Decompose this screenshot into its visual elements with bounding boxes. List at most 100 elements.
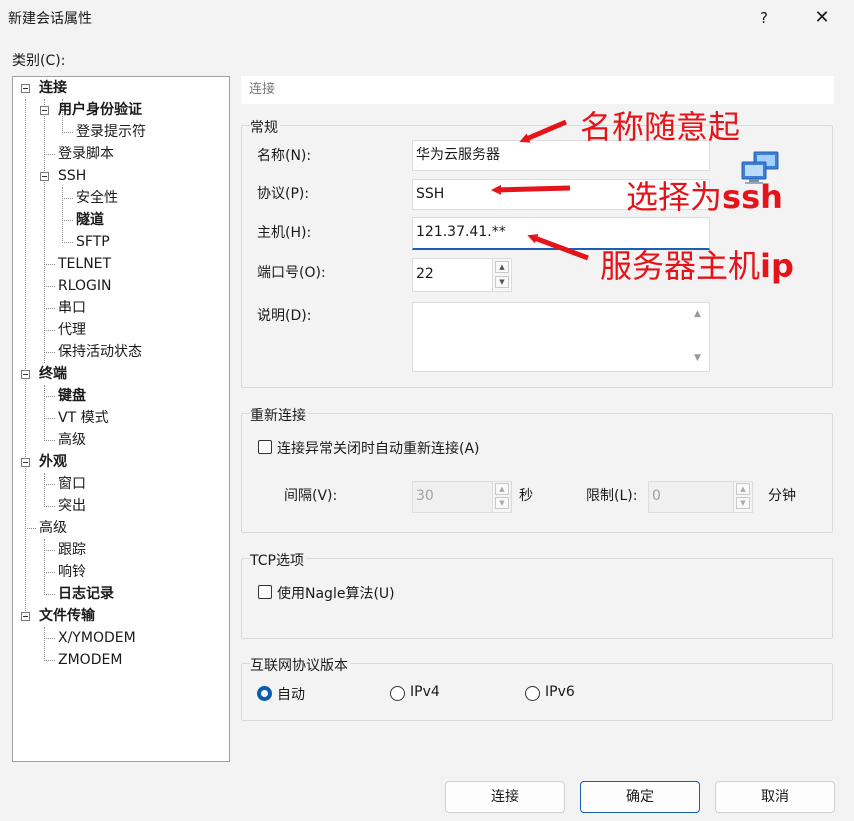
radio-auto[interactable]: [257, 686, 272, 701]
description-scrollbar[interactable]: ▲ ▼: [690, 303, 709, 371]
radio-ipv6-label: IPv6: [545, 684, 575, 700]
tree-item[interactable]: SFTP: [76, 231, 110, 253]
tree-expander-icon[interactable]: [21, 370, 30, 379]
tree-item[interactable]: 外观: [39, 451, 67, 473]
spin-down-icon[interactable]: ▼: [736, 497, 750, 509]
host-label: 主机(H):: [257, 225, 312, 241]
spin-down-icon[interactable]: ▼: [495, 276, 509, 288]
scroll-down-icon[interactable]: ▼: [694, 353, 701, 363]
scroll-up-icon[interactable]: ▲: [694, 309, 701, 319]
tree-line: [44, 660, 55, 661]
name-label: 名称(N):: [257, 148, 312, 164]
tree-line: [62, 242, 73, 243]
spin-up-icon[interactable]: ▲: [495, 483, 509, 495]
tree-expander-icon[interactable]: [40, 106, 49, 115]
tree-line: [44, 539, 45, 595]
ip-version-group-title: 互联网协议版本: [250, 655, 350, 675]
tree-line: [62, 220, 73, 221]
tree-item[interactable]: 响铃: [58, 561, 86, 583]
tcp-group-title: TCP选项: [250, 550, 306, 570]
nagle-checkbox-label: 使用Nagle算法(U): [277, 586, 395, 602]
tree-line: [44, 308, 55, 309]
tree-expander-icon[interactable]: [21, 612, 30, 621]
spin-up-icon[interactable]: ▲: [736, 483, 750, 495]
tree-line: [44, 572, 55, 573]
tree-line: [44, 99, 45, 363]
tree-item[interactable]: 突出: [58, 495, 86, 517]
tree-line: [44, 154, 55, 155]
tree-item[interactable]: 窗口: [58, 473, 86, 495]
annotation-protocol: 选择为ssh: [626, 172, 783, 218]
connect-button[interactable]: 连接: [445, 781, 565, 813]
tree-line: [44, 385, 45, 441]
tree-line: [44, 484, 55, 485]
tree-item[interactable]: 文件传输: [39, 605, 95, 627]
tree-item[interactable]: 高级: [58, 429, 86, 451]
tree-line: [44, 418, 55, 419]
tree-item[interactable]: X/YMODEM: [58, 627, 136, 649]
tree-item[interactable]: SSH: [58, 165, 86, 187]
tree-item[interactable]: 代理: [58, 319, 86, 341]
radio-ipv6[interactable]: [525, 686, 540, 701]
tree-expander-icon[interactable]: [21, 84, 30, 93]
interval-unit: 秒: [519, 488, 533, 504]
cancel-button[interactable]: 取消: [715, 781, 835, 813]
annotation-host-text: 服务器主机: [600, 247, 761, 285]
tree-item[interactable]: 登录提示符: [76, 121, 146, 143]
tree-line: [44, 506, 55, 507]
tree-line: [44, 396, 55, 397]
category-tree[interactable]: 连接 用户身份验证 登录提示符 登录脚本 SSH 安全性 隧道 SFTP TELNET RLOGI…: [12, 76, 230, 762]
tree-line: [44, 627, 45, 661]
category-label: 类别(C):: [12, 53, 66, 69]
annotation-protocol-text: 选择为: [626, 178, 723, 216]
tree-item[interactable]: 隧道: [76, 209, 104, 231]
reconnect-checkbox-label: 连接异常关闭时自动重新连接(A): [277, 441, 480, 457]
tree-item[interactable]: RLOGIN: [58, 275, 112, 297]
close-button[interactable]: ✕: [806, 0, 838, 36]
limit-spinner[interactable]: ▲ ▼: [733, 482, 751, 512]
tree-line: [44, 473, 45, 507]
tree-item[interactable]: 终端: [39, 363, 67, 385]
desc-label: 说明(D):: [257, 308, 312, 324]
description-field[interactable]: [412, 302, 710, 372]
tree-item[interactable]: 安全性: [76, 187, 118, 209]
spin-down-icon[interactable]: ▼: [495, 497, 509, 509]
tree-item[interactable]: 键盘: [58, 385, 86, 407]
ok-button[interactable]: 确定: [580, 781, 700, 813]
tree-item[interactable]: 串口: [58, 297, 86, 319]
tree-expander-icon[interactable]: [21, 458, 30, 467]
radio-ipv4-label: IPv4: [410, 684, 440, 700]
tree-line: [44, 330, 55, 331]
interval-label: 间隔(V):: [284, 488, 338, 504]
tree-line: [44, 286, 55, 287]
help-button[interactable]: ?: [748, 0, 780, 36]
reconnect-group-title: 重新连接: [250, 405, 308, 425]
tree-item[interactable]: 跟踪: [58, 539, 86, 561]
tree-item[interactable]: 日志记录: [58, 583, 114, 605]
tree-line: [62, 132, 73, 133]
tree-item[interactable]: 保持活动状态: [58, 341, 142, 363]
reconnect-checkbox[interactable]: [258, 440, 272, 454]
spin-up-icon[interactable]: ▲: [495, 261, 509, 273]
tree-line: [62, 187, 63, 243]
tree-line: [44, 352, 55, 353]
tree-item[interactable]: 登录脚本: [58, 143, 114, 165]
tree-item[interactable]: 连接: [39, 77, 67, 99]
port-label: 端口号(O):: [257, 265, 326, 281]
tree-line: [44, 594, 55, 595]
annotation-host-ip: ip: [760, 247, 794, 285]
annotation-protocol-ssh: ssh: [722, 178, 783, 216]
nagle-checkbox[interactable]: [258, 585, 272, 599]
tree-item[interactable]: TELNET: [58, 253, 111, 275]
interval-spinner[interactable]: ▲ ▼: [492, 482, 510, 512]
tree-expander-icon[interactable]: [40, 172, 49, 181]
radio-ipv4[interactable]: [390, 686, 405, 701]
annotation-name: 名称随意起: [580, 108, 741, 146]
tree-item[interactable]: VT 模式: [58, 407, 109, 429]
tree-item[interactable]: ZMODEM: [58, 649, 122, 671]
tree-item[interactable]: 高级: [39, 517, 67, 539]
tree-line: [44, 440, 55, 441]
tree-item[interactable]: 用户身份验证: [58, 99, 142, 121]
port-spinner[interactable]: ▲ ▼: [492, 259, 510, 291]
annotation-host: 服务器主机ip: [600, 241, 794, 287]
